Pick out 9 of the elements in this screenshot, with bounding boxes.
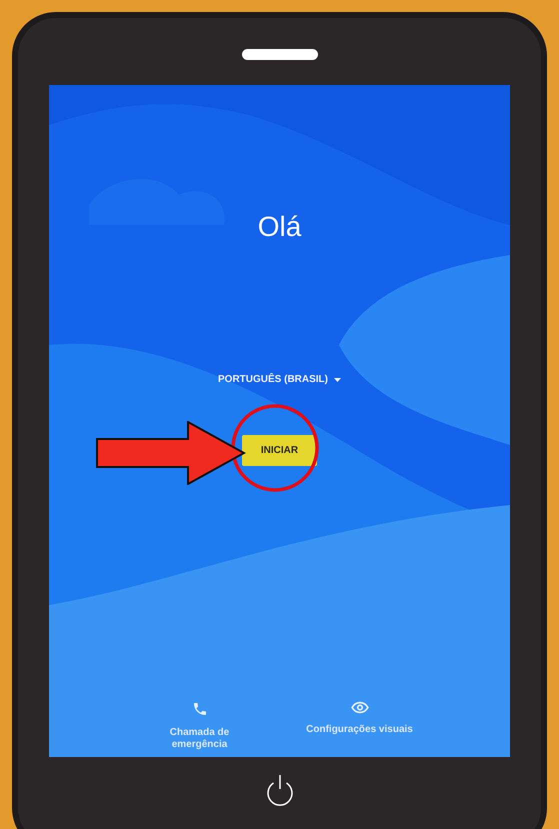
language-dropdown[interactable]: PORTUGUÊS (BRASIL) (218, 372, 341, 387)
eye-icon (350, 701, 368, 714)
start-button[interactable]: INICIAR (242, 435, 317, 466)
action-label[interactable]: Configurações visuais (306, 724, 413, 736)
phone-icon (192, 701, 208, 717)
power-icon[interactable] (264, 774, 294, 806)
caret-icon (334, 378, 341, 382)
action-label[interactable]: Chamada de emergência (160, 727, 240, 751)
greeting-title: Olá (258, 213, 302, 241)
